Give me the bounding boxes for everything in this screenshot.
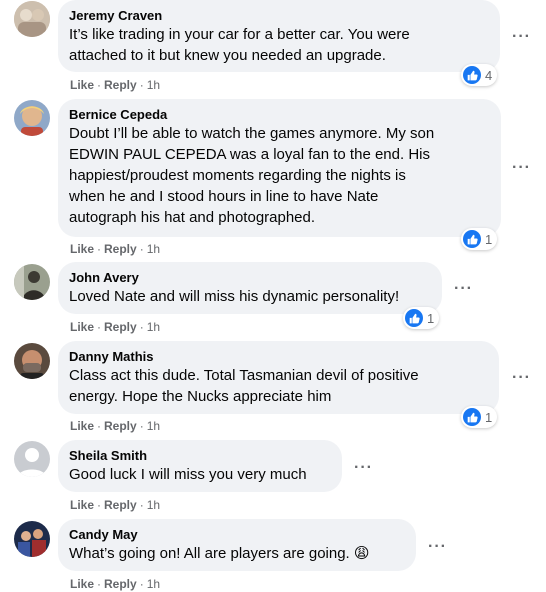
like-icon bbox=[463, 408, 481, 426]
like-link[interactable]: Like bbox=[70, 419, 94, 433]
default-avatar-icon bbox=[14, 441, 50, 477]
reaction-count: 4 bbox=[485, 67, 493, 83]
timestamp[interactable]: 1h bbox=[147, 419, 160, 433]
reaction-summary[interactable]: 1 bbox=[403, 307, 440, 329]
comment-text: Class act this dude. Total Tasmanian dev… bbox=[69, 367, 419, 405]
comment-text: Loved Nate and will miss his dynamic per… bbox=[69, 288, 400, 305]
timestamp[interactable]: 1h bbox=[147, 498, 160, 512]
avatar-photo bbox=[14, 343, 50, 379]
timestamp[interactable]: 1h bbox=[147, 320, 160, 334]
comment-author[interactable]: John Avery bbox=[69, 270, 430, 286]
more-options-icon[interactable]: ··· bbox=[354, 460, 373, 476]
weary-face-emoji: 😩 bbox=[353, 544, 370, 562]
comment-bubble: Candy May What’s going on! All are playe… bbox=[58, 519, 416, 571]
comment-bubble: Jeremy Craven It’s like trading in your … bbox=[58, 0, 500, 72]
like-link[interactable]: Like bbox=[70, 320, 94, 334]
reaction-summary[interactable]: 1 bbox=[461, 228, 498, 250]
avatar-photo bbox=[14, 521, 50, 557]
timestamp[interactable]: 1h bbox=[147, 577, 160, 591]
comment-text: What’s going on! All are players are goi… bbox=[69, 544, 370, 562]
reaction-summary[interactable]: 1 bbox=[461, 406, 498, 428]
comment-text: It’s like trading in your car for a bett… bbox=[69, 26, 410, 64]
avatar[interactable] bbox=[14, 441, 50, 477]
reaction-summary[interactable]: 4 bbox=[461, 64, 498, 86]
comment-text: Good luck I will miss you very much bbox=[69, 466, 307, 483]
comment-bubble: Sheila Smith Good luck I will miss you v… bbox=[58, 440, 342, 492]
comment-actions: Like · Reply · 1h bbox=[70, 577, 161, 591]
comment-author[interactable]: Bernice Cepeda bbox=[69, 107, 489, 123]
avatar[interactable] bbox=[14, 1, 50, 37]
avatar[interactable] bbox=[14, 521, 50, 557]
timestamp[interactable]: 1h bbox=[147, 78, 160, 92]
comment-actions: Like · Reply · 1h bbox=[70, 78, 161, 92]
comment-bubble: John Avery Loved Nate and will miss his … bbox=[58, 262, 442, 314]
like-link[interactable]: Like bbox=[70, 498, 94, 512]
avatar-photo bbox=[14, 264, 50, 300]
reaction-count: 1 bbox=[427, 310, 435, 326]
comment-bubble: Bernice Cepeda Doubt I’ll be able to wat… bbox=[58, 99, 501, 237]
reaction-count: 1 bbox=[485, 409, 493, 425]
reply-link[interactable]: Reply bbox=[104, 78, 137, 92]
avatar[interactable] bbox=[14, 264, 50, 300]
comment-actions: Like · Reply · 1h bbox=[70, 242, 161, 256]
comment-author[interactable]: Danny Mathis bbox=[69, 349, 487, 365]
comment-author[interactable]: Jeremy Craven bbox=[69, 8, 488, 24]
comment-text: Doubt I’ll be able to watch the games an… bbox=[69, 125, 435, 226]
comment-actions: Like · Reply · 1h bbox=[70, 320, 161, 334]
like-icon bbox=[405, 309, 423, 327]
more-options-icon[interactable]: ··· bbox=[512, 370, 531, 386]
timestamp[interactable]: 1h bbox=[147, 242, 160, 256]
more-options-icon[interactable]: ··· bbox=[454, 281, 473, 297]
like-link[interactable]: Like bbox=[70, 78, 94, 92]
more-options-icon[interactable]: ··· bbox=[512, 29, 531, 45]
more-options-icon[interactable]: ··· bbox=[512, 160, 531, 176]
avatar-photo bbox=[14, 100, 50, 136]
reaction-count: 1 bbox=[485, 231, 493, 247]
reply-link[interactable]: Reply bbox=[104, 419, 137, 433]
like-icon bbox=[463, 66, 481, 84]
like-link[interactable]: Like bbox=[70, 577, 94, 591]
comment-author[interactable]: Candy May bbox=[69, 527, 404, 543]
comment-bubble: Danny Mathis Class act this dude. Total … bbox=[58, 341, 499, 414]
reply-link[interactable]: Reply bbox=[104, 577, 137, 591]
more-options-icon[interactable]: ··· bbox=[428, 539, 447, 555]
avatar[interactable] bbox=[14, 343, 50, 379]
reply-link[interactable]: Reply bbox=[104, 242, 137, 256]
comment-actions: Like · Reply · 1h bbox=[70, 498, 161, 512]
comment-author[interactable]: Sheila Smith bbox=[69, 448, 330, 464]
reply-link[interactable]: Reply bbox=[104, 498, 137, 512]
avatar-photo bbox=[14, 1, 50, 37]
avatar[interactable] bbox=[14, 100, 50, 136]
reply-link[interactable]: Reply bbox=[104, 320, 137, 334]
comment-actions: Like · Reply · 1h bbox=[70, 419, 161, 433]
like-icon bbox=[463, 230, 481, 248]
like-link[interactable]: Like bbox=[70, 242, 94, 256]
